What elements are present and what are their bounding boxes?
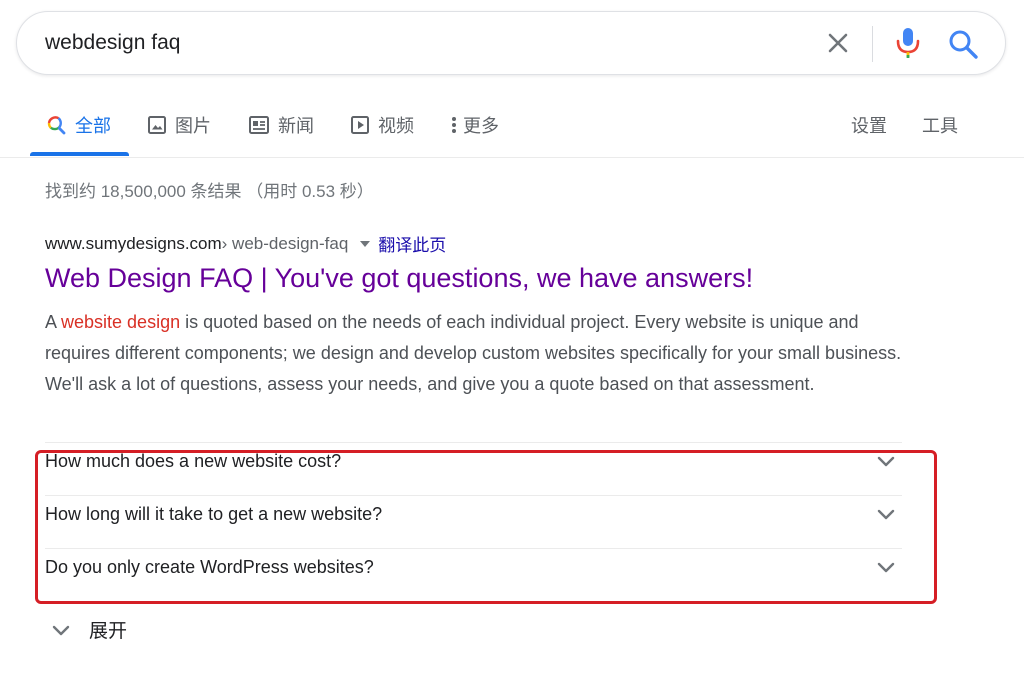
- microphone-icon[interactable]: [893, 26, 923, 60]
- search-tabs: 全部 图片 新闻 视频 更多 设置 工具: [0, 100, 1024, 158]
- news-icon: [248, 115, 270, 135]
- more-vert-icon: [450, 115, 458, 135]
- result-path: › web-design-faq: [221, 233, 349, 253]
- faq-item[interactable]: Do you only create WordPress websites?: [45, 549, 902, 602]
- tab-all[interactable]: 全部: [45, 112, 111, 138]
- tab-images[interactable]: 图片: [147, 112, 211, 138]
- search-bar-divider: [872, 26, 873, 62]
- clear-icon[interactable]: [823, 28, 853, 58]
- tab-label: 全部: [75, 116, 111, 136]
- result-snippet: A website design is quoted based on the …: [45, 307, 905, 400]
- search-bar: [16, 11, 1006, 75]
- snippet-highlight: website design: [61, 312, 181, 332]
- tab-label: 更多: [463, 116, 499, 136]
- faq-item[interactable]: How much does a new website cost?: [45, 443, 902, 496]
- expand-label: 展开: [89, 620, 128, 642]
- faq-item[interactable]: How long will it take to get a new websi…: [45, 496, 902, 549]
- result-title-link[interactable]: Web Design FAQ | You've got questions, w…: [45, 263, 753, 294]
- result-domain: www.sumydesigns.com: [45, 233, 222, 253]
- faq-question: How long will it take to get a new websi…: [45, 504, 383, 524]
- image-icon: [147, 115, 167, 135]
- caret-down-icon[interactable]: [360, 240, 371, 247]
- tab-more[interactable]: 更多: [450, 112, 499, 138]
- chevron-down-icon: [876, 561, 896, 575]
- search-icon: [45, 114, 67, 136]
- faq-question: How much does a new website cost?: [45, 451, 342, 471]
- tab-videos[interactable]: 视频: [350, 112, 414, 138]
- snippet-prefix: A: [45, 312, 62, 332]
- translate-link[interactable]: 翻译此页: [378, 231, 446, 256]
- tab-label: 新闻: [278, 116, 314, 136]
- tab-label: 图片: [175, 116, 211, 136]
- search-input[interactable]: [45, 26, 785, 60]
- settings-link[interactable]: 设置: [851, 112, 887, 138]
- active-tab-indicator: [30, 152, 129, 156]
- tools-link[interactable]: 工具: [922, 112, 958, 138]
- tab-news[interactable]: 新闻: [248, 112, 314, 138]
- result-stats: 找到约 18,500,000 条结果 （用时 0.53 秒）: [45, 182, 374, 201]
- expand-button[interactable]: 展开: [51, 615, 127, 643]
- search-icon[interactable]: [946, 27, 980, 61]
- video-icon: [350, 115, 370, 135]
- chevron-down-icon: [51, 622, 71, 636]
- chevron-down-icon: [876, 455, 896, 469]
- chevron-down-icon: [876, 508, 896, 522]
- tab-label: 视频: [378, 116, 414, 136]
- result-cite: www.sumydesigns.com › web-design-faq 翻译此…: [45, 231, 446, 256]
- faq-question: Do you only create WordPress websites?: [45, 557, 374, 577]
